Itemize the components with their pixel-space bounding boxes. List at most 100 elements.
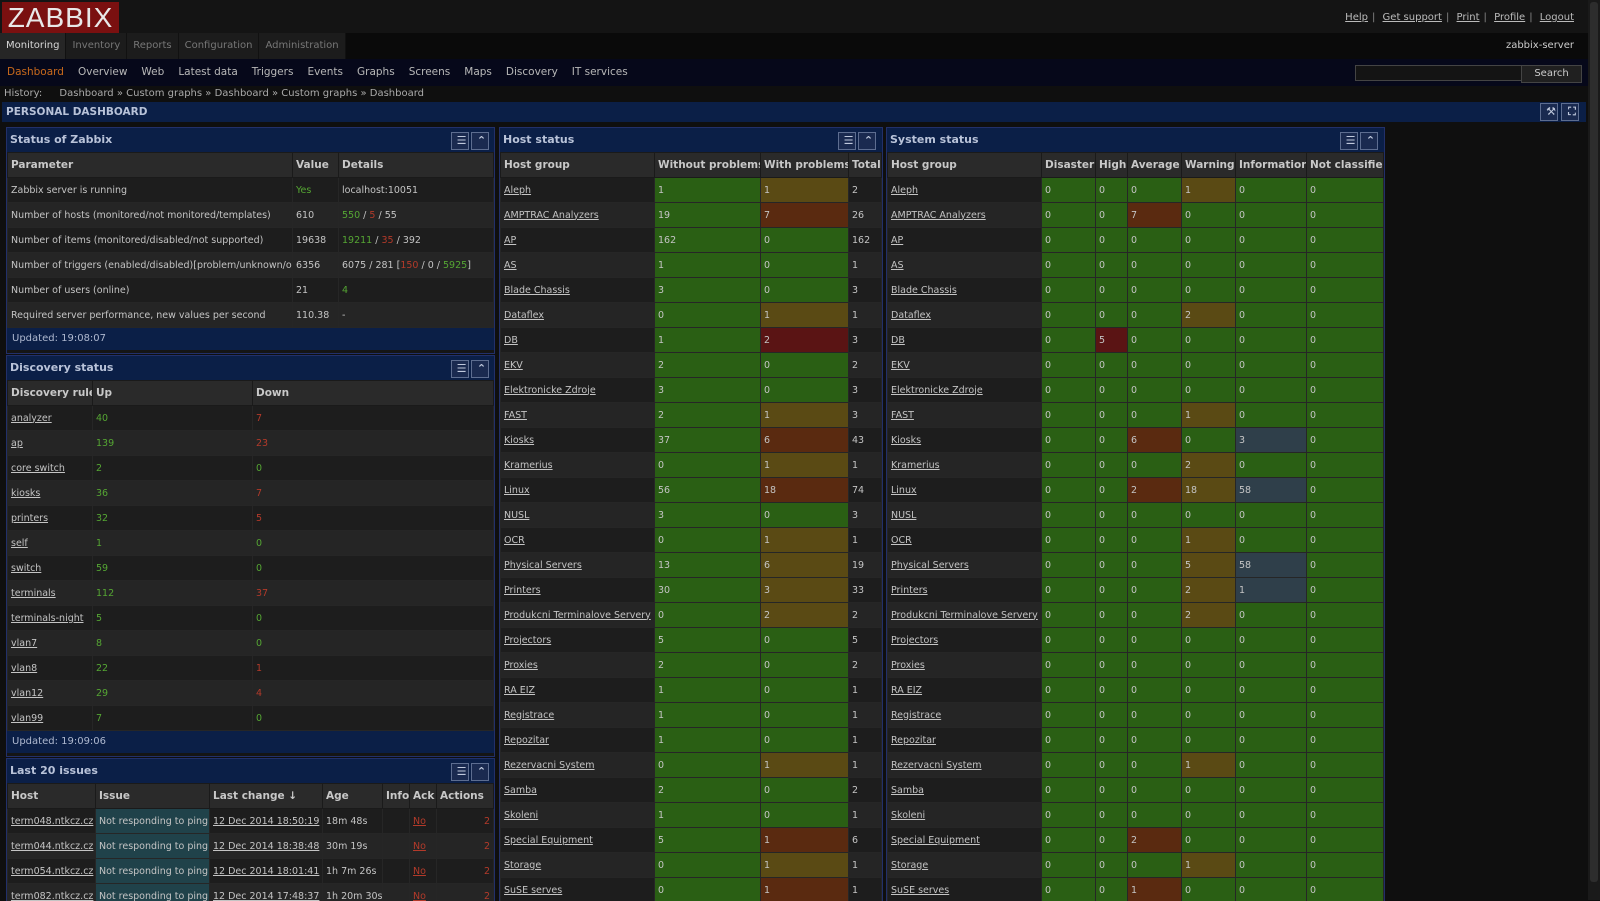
menu-configuration[interactable]: Configuration (179, 33, 260, 59)
host-group-link[interactable]: Linux (504, 485, 530, 496)
severity-count[interactable]: 2 (1128, 478, 1182, 503)
discovery-rule-link[interactable]: vlan7 (11, 638, 37, 649)
host-group-link[interactable]: AP (891, 235, 903, 246)
ack-link[interactable]: No (413, 866, 426, 877)
severity-count[interactable]: 2 (1182, 603, 1236, 628)
discovery-rule-link[interactable]: terminals-night (11, 613, 84, 624)
host-group-link[interactable]: Proxies (504, 660, 538, 671)
menu-icon[interactable]: ☰ (451, 763, 469, 781)
severity-count[interactable]: 3 (1236, 428, 1307, 453)
history-path[interactable]: Dashboard » Custom graphs » Dashboard » … (45, 88, 424, 99)
host-group-link[interactable]: Physical Servers (504, 560, 582, 571)
host-group-link[interactable]: Linux (891, 485, 917, 496)
discovery-rule-link[interactable]: vlan12 (11, 688, 43, 699)
host-group-link[interactable]: OCR (891, 535, 912, 546)
host-link[interactable]: term054.ntkcz.cz (11, 866, 93, 877)
menu-reports[interactable]: Reports (127, 33, 178, 59)
severity-count[interactable]: 2 (1128, 828, 1182, 853)
discovery-rule-link[interactable]: vlan99 (11, 713, 43, 724)
menu-monitoring[interactable]: Monitoring (0, 33, 66, 59)
discovery-rule-link[interactable]: vlan8 (11, 663, 37, 674)
severity-count[interactable]: 7 (1128, 203, 1182, 228)
discovery-rule-link[interactable]: switch (11, 563, 41, 574)
host-group-link[interactable]: Kramerius (891, 460, 940, 471)
menu-icon[interactable]: ☰ (838, 132, 856, 150)
host-group-link[interactable]: Elektronicke Zdroje (504, 385, 596, 396)
submenu-discovery[interactable]: Discovery (499, 59, 565, 86)
host-group-link[interactable]: OCR (504, 535, 525, 546)
host-group-link[interactable]: Skoleni (891, 810, 925, 821)
collapse-icon[interactable]: ⌃ (858, 132, 876, 150)
last-change-link[interactable]: 12 Dec 2014 18:01:41 (213, 866, 319, 877)
severity-count[interactable]: 5 (1182, 553, 1236, 578)
actions-count[interactable]: 2 (437, 884, 494, 901)
discovery-rule-link[interactable]: terminals (11, 588, 56, 599)
scrollbar-thumb[interactable] (1590, 2, 1598, 882)
host-group-link[interactable]: FAST (504, 410, 527, 421)
severity-count[interactable]: 1 (1182, 403, 1236, 428)
ack-link[interactable]: No (413, 816, 426, 827)
host-group-link[interactable]: SuSE serves (891, 885, 949, 896)
host-group-link[interactable]: Aleph (504, 185, 531, 196)
last-change-link[interactable]: 12 Dec 2014 17:48:37 (213, 891, 319, 901)
submenu-triggers[interactable]: Triggers (245, 59, 301, 86)
host-group-link[interactable]: Skoleni (504, 810, 538, 821)
help-link[interactable]: Help (1345, 12, 1368, 23)
host-group-link[interactable]: Special Equipment (504, 835, 593, 846)
host-group-link[interactable]: RA EIZ (891, 685, 922, 696)
menu-administration[interactable]: Administration (259, 33, 345, 59)
collapse-icon[interactable]: ⌃ (1360, 132, 1378, 150)
actions-count[interactable]: 2 (437, 809, 494, 834)
submenu-web[interactable]: Web (134, 59, 171, 86)
host-group-link[interactable]: Kramerius (504, 460, 553, 471)
submenu-events[interactable]: Events (300, 59, 350, 86)
host-group-link[interactable]: Elektronicke Zdroje (891, 385, 983, 396)
discovery-rule-link[interactable]: analyzer (11, 413, 52, 424)
discovery-rule-link[interactable]: ap (11, 438, 23, 449)
actions-count[interactable]: 2 (437, 859, 494, 884)
host-group-link[interactable]: Aleph (891, 185, 918, 196)
submenu-graphs[interactable]: Graphs (350, 59, 402, 86)
host-group-link[interactable]: EKV (504, 360, 523, 371)
host-group-link[interactable]: Rezervacni System (504, 760, 595, 771)
host-link[interactable]: term082.ntkcz.cz (11, 891, 93, 901)
severity-count[interactable]: 6 (1128, 428, 1182, 453)
host-group-link[interactable]: FAST (891, 410, 914, 421)
submenu-latest-data[interactable]: Latest data (171, 59, 244, 86)
host-group-link[interactable]: NUSL (891, 510, 916, 521)
search-button[interactable]: Search (1521, 65, 1582, 83)
host-group-link[interactable]: Registrace (891, 710, 941, 721)
severity-count[interactable]: 1 (1182, 753, 1236, 778)
discovery-rule-link[interactable]: printers (11, 513, 48, 524)
host-group-link[interactable]: Printers (891, 585, 928, 596)
logout-link[interactable]: Logout (1540, 12, 1574, 23)
menu-inventory[interactable]: Inventory (66, 33, 127, 59)
submenu-overview[interactable]: Overview (71, 59, 134, 86)
severity-count[interactable]: 1 (1182, 853, 1236, 878)
collapse-icon[interactable]: ⌃ (471, 763, 489, 781)
submenu-maps[interactable]: Maps (457, 59, 499, 86)
collapse-icon[interactable]: ⌃ (471, 132, 489, 150)
ack-link[interactable]: No (413, 891, 426, 901)
menu-icon[interactable]: ☰ (1340, 132, 1358, 150)
submenu-dashboard[interactable]: Dashboard (0, 59, 71, 86)
host-group-link[interactable]: Storage (891, 860, 928, 871)
severity-count[interactable]: 58 (1236, 478, 1307, 503)
collapse-icon[interactable]: ⌃ (471, 360, 489, 378)
host-group-link[interactable]: Physical Servers (891, 560, 969, 571)
host-group-link[interactable]: NUSL (504, 510, 529, 521)
host-group-link[interactable]: AMPTRAC Analyzers (504, 210, 599, 221)
host-group-link[interactable]: DB (891, 335, 905, 346)
host-group-link[interactable]: Produkcni Terminalove Servery (504, 610, 651, 621)
severity-count[interactable]: 18 (1182, 478, 1236, 503)
discovery-rule-link[interactable]: self (11, 538, 28, 549)
search-input[interactable] (1355, 65, 1522, 81)
host-group-link[interactable]: Repozitar (891, 735, 936, 746)
host-link[interactable]: term044.ntkcz.cz (11, 841, 93, 852)
severity-count[interactable]: 1 (1236, 578, 1307, 603)
host-group-link[interactable]: Special Equipment (891, 835, 980, 846)
submenu-it-services[interactable]: IT services (565, 59, 635, 86)
severity-count[interactable]: 5 (1096, 328, 1128, 353)
host-group-link[interactable]: EKV (891, 360, 910, 371)
severity-count[interactable]: 1 (1128, 878, 1182, 901)
